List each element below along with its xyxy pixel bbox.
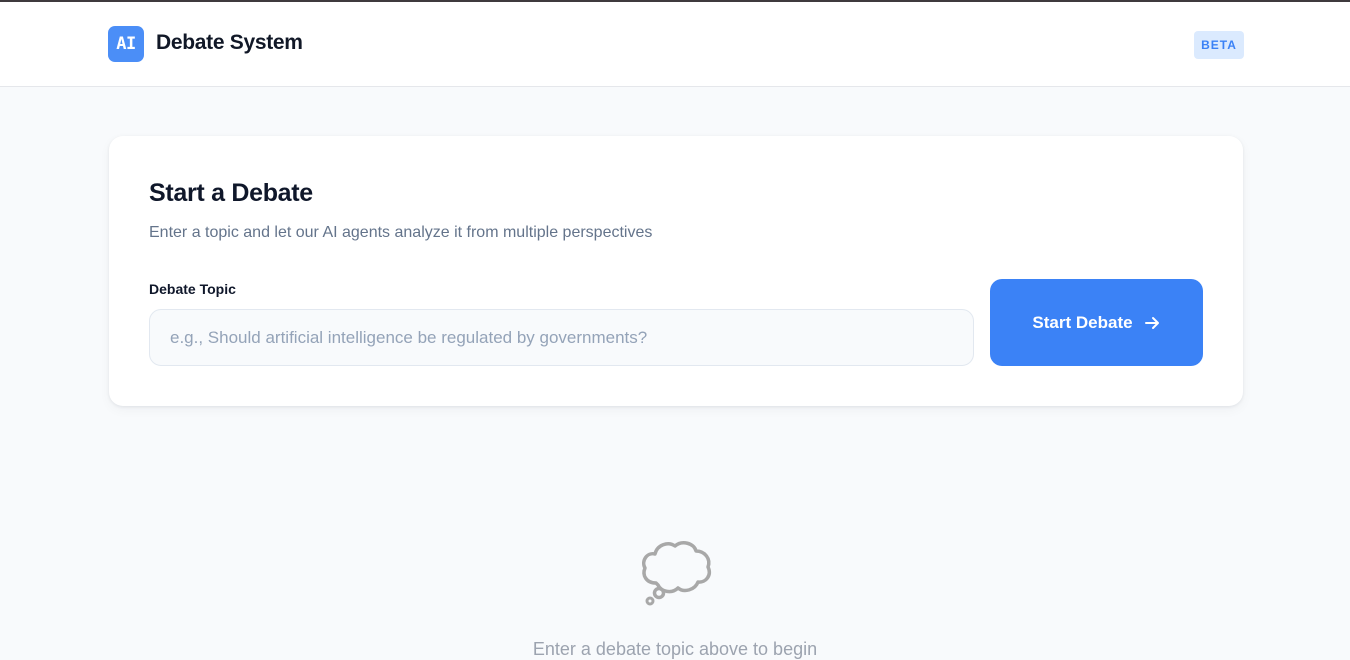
debate-topic-label: Debate Topic	[149, 281, 236, 297]
debate-topic-input[interactable]	[149, 309, 974, 366]
start-debate-button[interactable]: Start Debate	[990, 279, 1203, 366]
start-debate-card: Start a Debate Enter a topic and let our…	[109, 136, 1243, 406]
app-logo[interactable]: AI	[108, 26, 144, 62]
thought-bubble-icon	[642, 541, 711, 606]
start-debate-label: Start Debate	[1032, 312, 1133, 332]
arrow-right-icon	[1144, 316, 1159, 329]
app-header: AI Debate System BETA	[0, 2, 1350, 87]
empty-state-message: Enter a debate topic above to begin	[532, 639, 818, 659]
beta-badge: BETA	[1194, 31, 1244, 59]
logo-text: AI	[116, 34, 136, 54]
card-title: Start a Debate	[149, 179, 313, 207]
app-title: Debate System	[156, 31, 303, 54]
card-subtitle: Enter a topic and let our AI agents anal…	[149, 224, 653, 241]
